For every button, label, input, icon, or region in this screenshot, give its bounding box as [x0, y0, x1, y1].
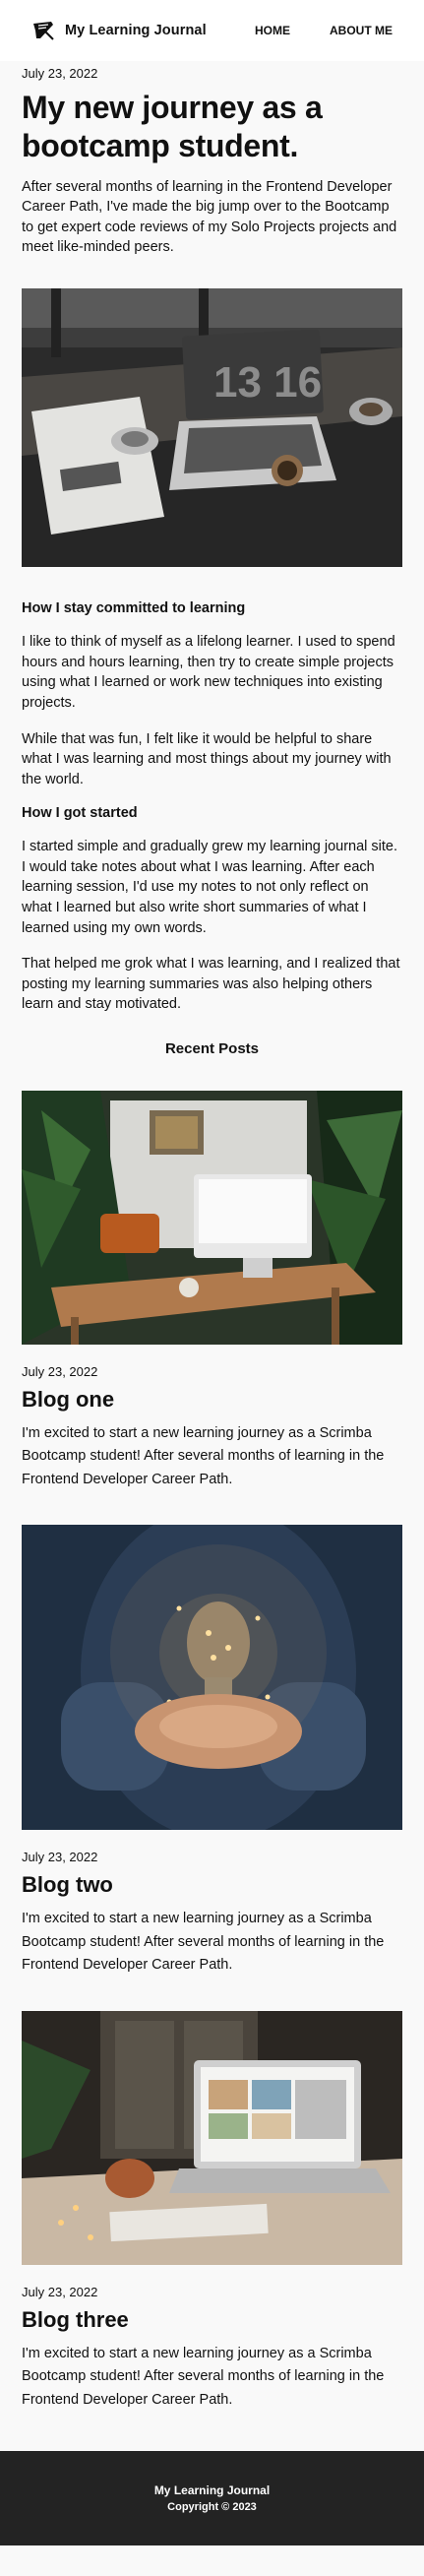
- post-card[interactable]: July 23, 2022 Blog two I'm excited to st…: [22, 1525, 402, 1977]
- post-card[interactable]: July 23, 2022 Blog three I'm excited to …: [22, 2010, 402, 2412]
- article: July 23, 2022 My new journey as a bootca…: [0, 66, 424, 2412]
- post-date: July 23, 2022: [22, 1850, 98, 1865]
- paragraph: I started simple and gradually grew my l…: [22, 839, 398, 936]
- paragraph: I like to think of myself as a lifelong …: [22, 634, 395, 711]
- recent-posts-title: Recent Posts: [164, 1039, 260, 1057]
- journal-logo-icon: [33, 22, 54, 40]
- site-footer: My Learning Journal Copyright © 2023: [0, 2451, 424, 2546]
- section-heading: How I stay committed to learning: [22, 600, 246, 617]
- article-date: July 23, 2022: [22, 66, 98, 81]
- hero-laptop-image: 13 16: [22, 288, 402, 568]
- post-card[interactable]: July 23, 2022 Blog one I'm excited to st…: [22, 1090, 402, 1491]
- post-date: July 23, 2022: [22, 1363, 98, 1379]
- section-heading: How I got started: [22, 805, 138, 822]
- site-header: My Learning Journal HOME ABOUT ME: [0, 0, 424, 61]
- paragraph: That helped me grok what I was learning,…: [22, 956, 400, 1013]
- post-title[interactable]: Blog one: [22, 1387, 402, 1413]
- post-title[interactable]: Blog two: [22, 1872, 402, 1898]
- brand-name: My Learning Journal: [65, 23, 207, 38]
- post-date: July 23, 2022: [22, 2284, 98, 2299]
- footer-title: My Learning Journal: [153, 2483, 271, 2498]
- nav-home-link[interactable]: HOME: [255, 24, 290, 37]
- post-image-lightbulb: [22, 1525, 402, 1831]
- paragraph: While that was fun, I felt like it would…: [22, 730, 392, 787]
- post-image-laptop: [22, 2010, 402, 2265]
- post-excerpt: I'm excited to start a new learning jour…: [22, 2345, 385, 2408]
- main-nav: HOME ABOUT ME: [255, 24, 393, 37]
- post-excerpt: I'm excited to start a new learning jour…: [22, 1424, 385, 1487]
- brand[interactable]: My Learning Journal: [31, 19, 207, 42]
- footer-copyright: Copyright © 2023: [167, 2501, 257, 2514]
- post-excerpt: I'm excited to start a new learning jour…: [22, 1911, 385, 1974]
- article-intro: After several months of learning in the …: [22, 179, 397, 255]
- post-image-desk: [22, 1090, 402, 1345]
- post-title[interactable]: Blog three: [22, 2307, 402, 2333]
- article-title: My new journey as a bootcamp student.: [22, 90, 323, 164]
- nav-about-link[interactable]: ABOUT ME: [330, 24, 393, 37]
- hero-clock-text: 13 16: [213, 358, 322, 407]
- article-body: How I stay committed to learning I like …: [22, 600, 402, 1015]
